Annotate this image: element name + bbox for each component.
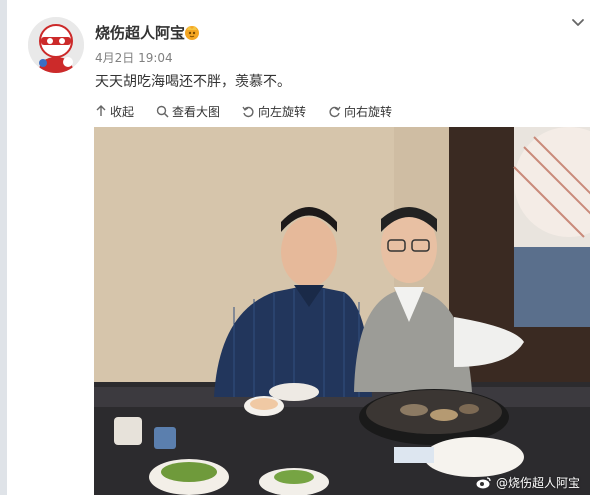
collapse-arrow-icon — [96, 105, 106, 116]
view-large-button[interactable]: 查看大图 — [156, 103, 220, 120]
magnifier-icon — [156, 105, 169, 118]
collapse-label: 收起 — [110, 104, 135, 119]
rotate-left-icon — [242, 106, 254, 117]
post-time[interactable]: 4月2日 19:04 — [95, 49, 173, 66]
post-photo[interactable]: @烧伤超人阿宝 — [94, 127, 590, 495]
rotate-right-button[interactable]: 向右旋转 — [328, 103, 392, 120]
vip-badge-icon — [185, 26, 199, 40]
rotate-right-label: 向右旋转 — [344, 104, 393, 119]
rotate-right-icon — [329, 106, 341, 117]
photo-watermark: @烧伤超人阿宝 — [476, 474, 580, 491]
collapse-button[interactable]: 收起 — [95, 103, 134, 120]
chevron-down-icon[interactable] — [570, 14, 586, 30]
rotate-left-button[interactable]: 向左旋转 — [242, 103, 306, 120]
author-name[interactable]: 烧伤超人阿宝 — [95, 22, 185, 43]
post-card: 烧伤超人阿宝 4月2日 19:04 天天胡吃海喝还不胖，羡慕不。 收起 查看大图 — [7, 0, 600, 495]
post-text: 天天胡吃海喝还不胖，羡慕不。 — [95, 74, 291, 90]
avatar[interactable] — [28, 17, 84, 73]
weibo-logo-icon — [476, 477, 491, 489]
watermark-text: @烧伤超人阿宝 — [495, 476, 580, 490]
view-large-label: 查看大图 — [172, 104, 221, 119]
image-toolbar: 收起 查看大图 向左旋转 向右旋转 — [95, 101, 392, 121]
photo-scene — [94, 127, 590, 495]
rotate-left-label: 向左旋转 — [258, 104, 307, 119]
